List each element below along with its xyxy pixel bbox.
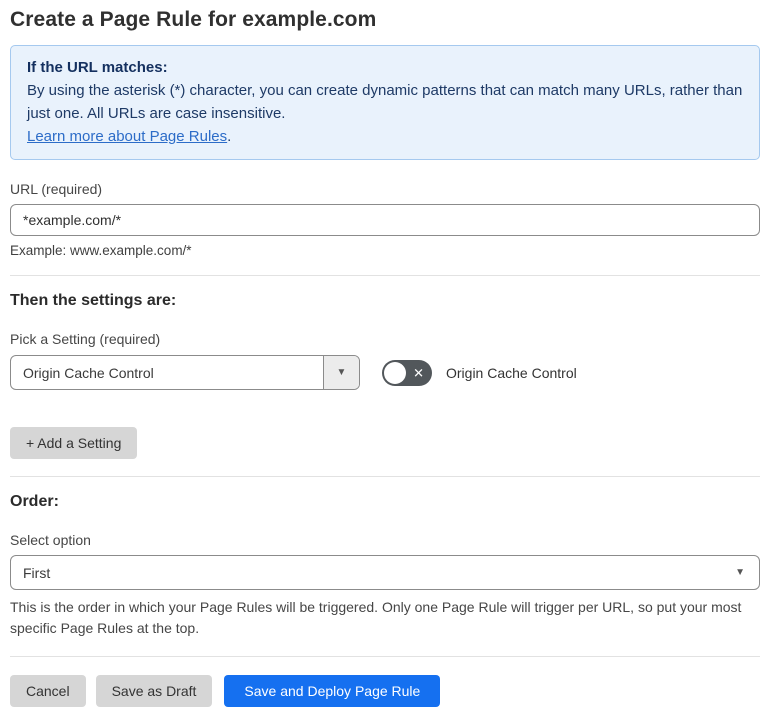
- url-example-helper: Example: www.example.com/*: [10, 243, 192, 258]
- save-as-draft-button[interactable]: Save as Draft: [95, 675, 213, 707]
- settings-section-heading: Then the settings are:: [10, 292, 177, 309]
- toggle-knob: [384, 361, 406, 384]
- order-section-heading: Order:: [10, 493, 59, 510]
- create-page-rule-form: Create a Page Rule for example.com If th…: [0, 0, 770, 707]
- toggle-off-x-icon: ✕: [413, 365, 424, 380]
- link-suffix: .: [227, 128, 232, 145]
- order-select-label: Select option: [10, 532, 91, 548]
- url-input[interactable]: [10, 204, 760, 236]
- footer-actions: Cancel Save as Draft Save and Deploy Pag…: [10, 675, 760, 707]
- cancel-button[interactable]: Cancel: [10, 675, 86, 707]
- info-box-link-line: Learn more about Page Rules.: [27, 125, 743, 148]
- chevron-down-icon[interactable]: ▼: [323, 356, 359, 389]
- divider: [10, 275, 760, 276]
- save-and-deploy-button[interactable]: Save and Deploy Page Rule: [224, 675, 441, 707]
- add-setting-button[interactable]: + Add a Setting: [10, 427, 138, 459]
- page-title: Create a Page Rule for example.com: [10, 8, 377, 31]
- origin-cache-control-toggle[interactable]: ✕: [382, 359, 432, 386]
- info-box-body: By using the asterisk (*) character, you…: [27, 82, 743, 122]
- setting-select[interactable]: Origin Cache Control ▼: [10, 355, 360, 390]
- learn-more-link[interactable]: Learn more about Page Rules: [27, 128, 227, 145]
- pick-setting-label: Pick a Setting (required): [10, 331, 161, 347]
- setting-row: Origin Cache Control ▼ ✕ Origin Cache Co…: [10, 355, 760, 390]
- order-select[interactable]: First ▼: [10, 555, 760, 590]
- info-box-heading: If the URL matches:: [27, 59, 168, 76]
- order-select-value: First: [23, 564, 51, 581]
- toggle-label: Origin Cache Control: [446, 364, 577, 381]
- divider: [10, 476, 760, 477]
- setting-select-value: Origin Cache Control: [23, 364, 154, 381]
- order-helper-text: This is the order in which your Page Rul…: [10, 599, 742, 636]
- url-match-info-box: If the URL matches: By using the asteris…: [10, 45, 760, 160]
- chevron-down-icon: ▼: [735, 567, 745, 578]
- url-label: URL (required): [10, 181, 103, 197]
- divider: [10, 656, 760, 657]
